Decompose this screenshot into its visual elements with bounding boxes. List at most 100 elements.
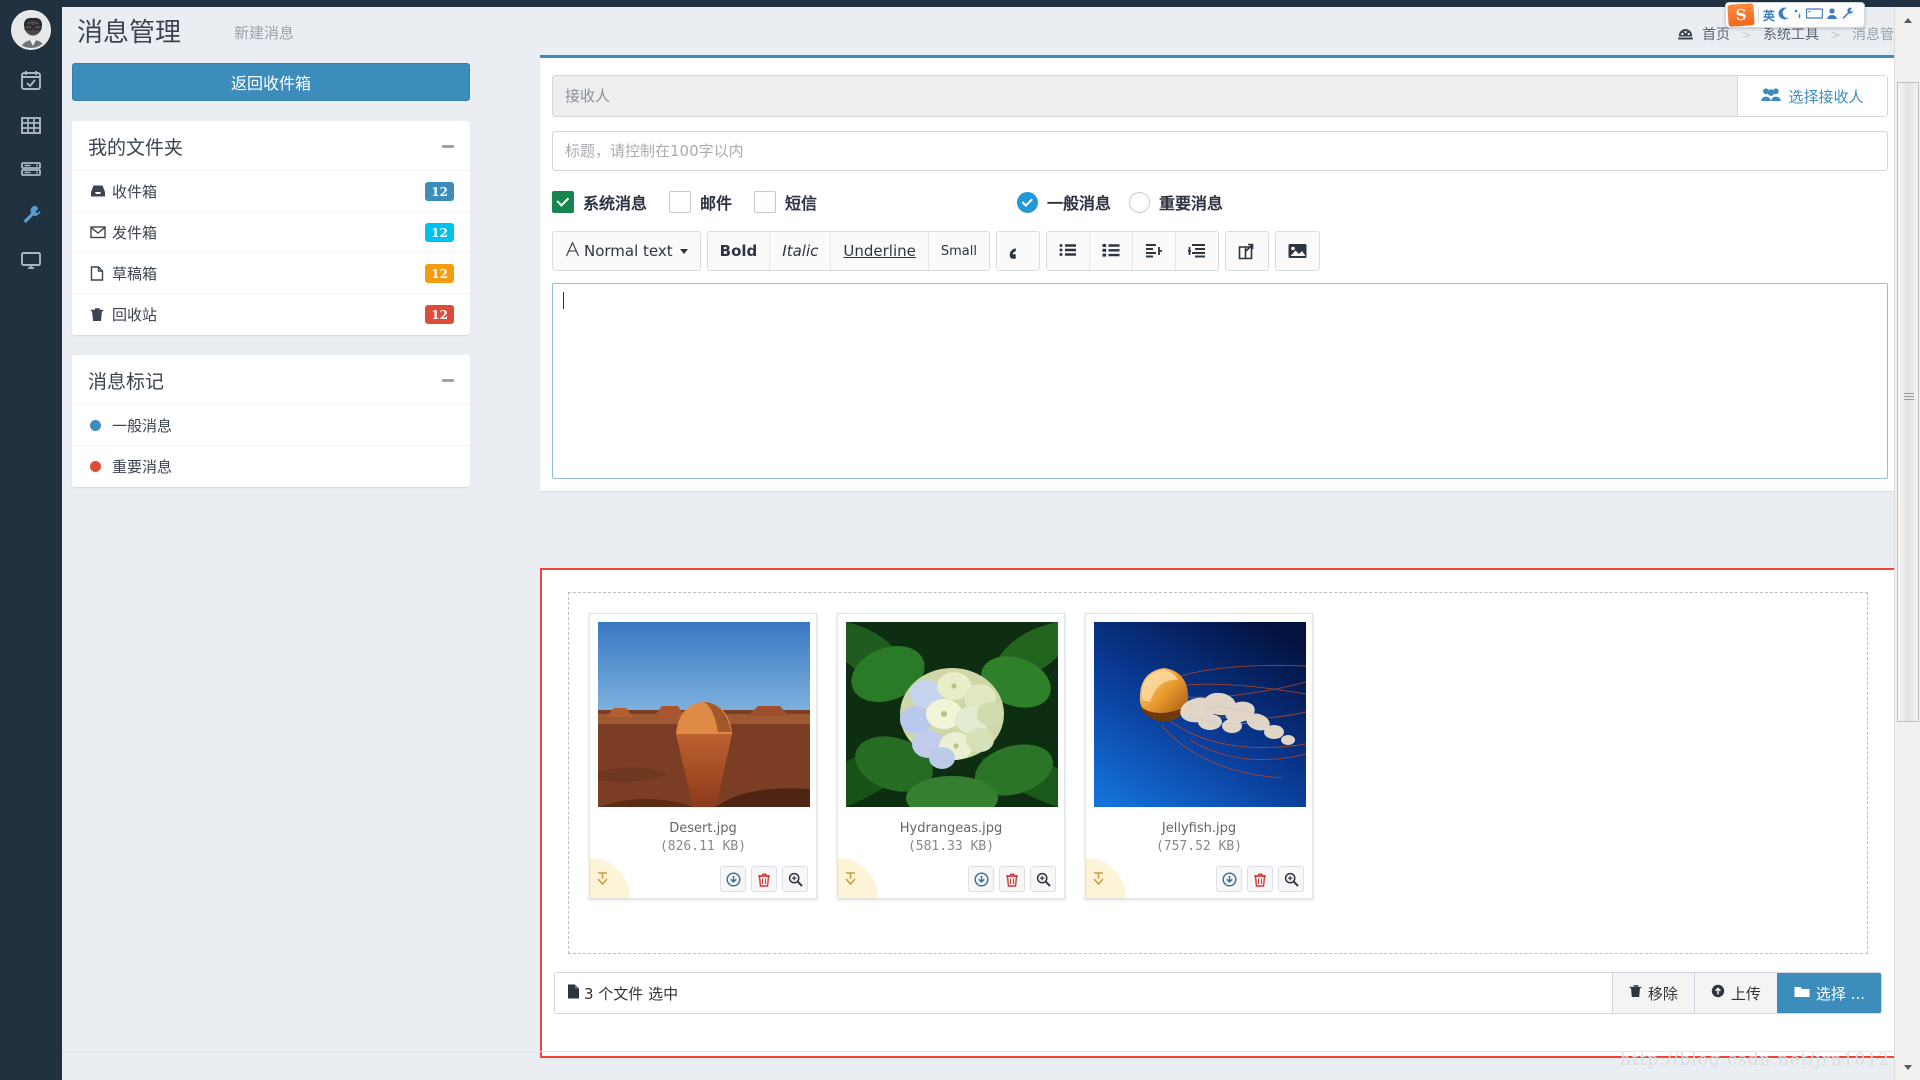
ordered-list-button[interactable] <box>1089 232 1133 270</box>
breadcrumb-item-home[interactable]: 首页 <box>1702 27 1730 43</box>
nav-rail <box>0 0 62 1080</box>
folder-item-drafts[interactable]: 草稿箱 12 <box>72 253 470 294</box>
radio-checked-icon[interactable] <box>1017 191 1038 213</box>
checkbox-icon[interactable] <box>669 191 692 213</box>
sidebar-item-monitor[interactable] <box>0 238 62 282</box>
sogou-logo-icon[interactable]: S <box>1727 3 1755 27</box>
users-icon <box>1761 87 1782 106</box>
message-labels-card: 消息标记 一般消息 重要消息 <box>72 355 470 487</box>
delete-button[interactable] <box>751 866 777 892</box>
keyboard-icon[interactable] <box>1805 7 1824 23</box>
small-button[interactable]: Small <box>928 232 989 270</box>
minus-icon[interactable] <box>442 145 454 148</box>
outdent-button[interactable] <box>1132 232 1176 270</box>
back-to-inbox-button[interactable]: 返回收件箱 <box>72 63 470 101</box>
checkbox-checked-icon[interactable] <box>552 191 574 213</box>
priority-important[interactable]: 重要消息 <box>1129 190 1223 214</box>
window-scrollbar[interactable] <box>1894 7 1920 1080</box>
attachment-card-list: Desert.jpg (826.11 KB) Hydrangeas.jpg (5… <box>569 593 1867 899</box>
label-text: 一般消息 <box>112 416 173 435</box>
bold-button[interactable]: Bold <box>707 232 771 270</box>
folder-label: 收件箱 <box>112 182 158 201</box>
unordered-list-button[interactable] <box>1046 232 1090 270</box>
breadcrumb-separator: > <box>1741 28 1752 42</box>
underline-button[interactable]: Underline <box>831 232 929 270</box>
indent-button[interactable] <box>1175 232 1218 270</box>
trash-icon <box>1006 873 1018 887</box>
monitor-icon <box>21 252 41 269</box>
channel-email[interactable]: 邮件 <box>669 190 732 214</box>
scrollbar-thumb[interactable] <box>1897 82 1919 722</box>
browse-button[interactable]: 选择 ... <box>1776 973 1881 1013</box>
attachment-actions <box>968 866 1056 892</box>
preview-button[interactable] <box>1030 866 1056 892</box>
insert-image-button[interactable] <box>1275 232 1319 270</box>
label-item-important[interactable]: 重要消息 <box>72 446 470 487</box>
preview-button[interactable] <box>1278 866 1304 892</box>
insert-link-button[interactable] <box>1225 232 1268 270</box>
attachment-card[interactable]: Hydrangeas.jpg (581.33 KB) <box>837 613 1065 899</box>
delete-button[interactable] <box>999 866 1025 892</box>
file-size: (826.11 KB) <box>659 839 747 854</box>
channel-system-message[interactable]: 系统消息 <box>552 190 647 214</box>
comma-icon[interactable] <box>1793 7 1803 23</box>
attachment-card[interactable]: Jellyfish.jpg (757.52 KB) <box>1085 613 1313 899</box>
checkbox-icon[interactable] <box>754 191 777 213</box>
radio-icon[interactable] <box>1129 191 1151 213</box>
download-button[interactable] <box>720 866 746 892</box>
scroll-up-button[interactable] <box>1895 7 1920 33</box>
attachment-dropzone[interactable]: Desert.jpg (826.11 KB) Hydrangeas.jpg (5… <box>568 592 1868 954</box>
avatar[interactable] <box>11 10 51 50</box>
editor-body[interactable] <box>552 283 1888 479</box>
subject-input[interactable] <box>552 131 1888 171</box>
upload-icon <box>1711 984 1725 1002</box>
sidebar-item-database[interactable] <box>0 148 62 192</box>
ime-divider <box>1758 7 1759 23</box>
sidebar-item-calendar[interactable] <box>0 58 62 102</box>
folder-item-trash[interactable]: 回收站 12 <box>72 294 470 335</box>
pick-recipient-button[interactable]: 选择接收人 <box>1737 76 1887 116</box>
download-button[interactable] <box>968 866 994 892</box>
delete-button[interactable] <box>1247 866 1273 892</box>
style-select-group: Normal text <box>552 231 701 271</box>
recipient-input[interactable] <box>553 76 1737 116</box>
moon-icon[interactable] <box>1778 7 1790 23</box>
folder-label: 草稿箱 <box>112 264 158 283</box>
remove-button[interactable]: 移除 <box>1611 973 1694 1013</box>
label-item-normal[interactable]: 一般消息 <box>72 405 470 446</box>
attachment-card-footer <box>590 856 816 898</box>
font-a-icon <box>565 241 580 261</box>
wrench-icon <box>23 205 41 224</box>
priority-normal[interactable]: 一般消息 <box>1017 190 1111 214</box>
my-folders-header: 我的文件夹 <box>72 123 470 171</box>
folder-label: 发件箱 <box>112 223 158 242</box>
upload-button[interactable]: 上传 <box>1693 973 1777 1013</box>
preview-button[interactable] <box>782 866 808 892</box>
recipient-row: 选择接收人 <box>552 75 1888 117</box>
download-button[interactable] <box>1216 866 1242 892</box>
minus-icon[interactable] <box>442 379 454 382</box>
attachment-card[interactable]: Desert.jpg (826.11 KB) <box>589 613 817 899</box>
italic-button[interactable]: Italic <box>770 232 832 270</box>
folder-item-inbox[interactable]: 收件箱 12 <box>72 171 470 212</box>
file-name: Jellyfish.jpg <box>1161 821 1237 836</box>
channel-sms[interactable]: 短信 <box>754 190 817 214</box>
sidebar-item-tools[interactable] <box>0 193 62 237</box>
scroll-down-button[interactable] <box>1895 1054 1920 1080</box>
options-row: 系统消息 邮件 短信 一般消息 重要消息 <box>552 185 1888 219</box>
magnifier-icon <box>1284 872 1299 887</box>
channel-label: 邮件 <box>700 194 733 213</box>
wrench-icon[interactable] <box>1841 7 1854 23</box>
blockquote-button[interactable] <box>996 232 1039 270</box>
paragraph-style-select[interactable]: Normal text <box>553 232 700 270</box>
ime-toolbar[interactable]: S 英 <box>1725 2 1865 28</box>
folder-item-sent[interactable]: 发件箱 12 <box>72 212 470 253</box>
priority-label: 一般消息 <box>1047 194 1112 213</box>
sidebar-item-tables[interactable] <box>0 103 62 147</box>
ime-language-toggle[interactable]: 英 <box>1763 7 1775 24</box>
breadcrumb-item-tools[interactable]: 系统工具 <box>1763 27 1819 43</box>
label-text: 重要消息 <box>112 458 173 476</box>
user-icon[interactable] <box>1826 7 1838 23</box>
share-box-icon <box>1239 243 1254 259</box>
scrollbar-grip <box>1904 393 1914 401</box>
